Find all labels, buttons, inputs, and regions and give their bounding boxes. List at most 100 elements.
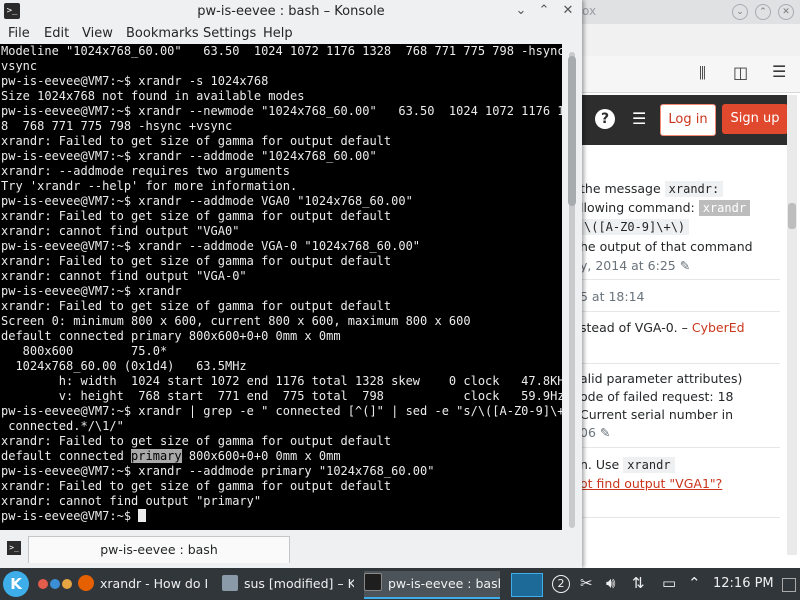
terminal-line: pw-is-eevee@VM7:~$ xrandr -s 1024x768 [1,74,269,88]
terminal-line: pw-is-eevee@VM7:~$ xrandr | grep -e " co… [1,404,562,418]
comment-line: llowing command: xrandr [580,200,751,216]
edit-pencil-icon[interactable]: ✎ [680,258,690,273]
login-button[interactable]: Log in [660,104,716,136]
menu-icon[interactable]: ☰ [772,62,786,81]
comment-text: stead of VGA-0. – [580,320,692,335]
terminal-line: pw-is-eevee@VM7:~$ xrandr --newmode "102… [1,104,562,118]
related-question-link[interactable]: ot find output "VGA1"? [580,476,722,491]
konsole-window: >_ pw-is-eevee : bash – Konsole ⌄ ⌃ ✕ Fi… [0,0,582,568]
tab-bash[interactable]: >_ pw-is-eevee : bash [7,536,290,563]
terminal-line: default connected primary 800x600+0+0 0m… [1,329,341,343]
comment-line: n. Use xrandr [580,457,675,473]
maximize-icon[interactable]: ⌃ [755,4,771,20]
application-launcher-icon[interactable]: K [3,571,29,597]
terminal-line: Screen 0: minimum 800 x 600, current 800… [1,314,471,328]
terminal-area[interactable]: Modeline "1024x768_60.00" 63.50 1024 107… [0,44,562,530]
terminal-line: pw-is-eevee@VM7:~$ xrandr --addmode "102… [1,149,377,163]
terminal-output: Modeline "1024x768_60.00" 63.50 1024 107… [0,44,562,524]
comment-timestamp[interactable]: 5 at 18:14 [580,289,644,304]
scrollbar-thumb[interactable] [568,56,576,206]
task-konsole[interactable]: pw-is-eevee : bash – [364,571,500,599]
terminal-line: Modeline "1024x768_60.00" 63.50 1024 107… [1,44,562,58]
comment-timestamp[interactable]: 06 ✎ [580,425,610,440]
tray-expand-icon[interactable]: ⌃ [688,574,701,592]
menu-edit[interactable]: Edit [44,26,69,41]
divider [580,279,780,280]
comment-line: ode of failed request: 18 [580,389,734,404]
comment-timestamp[interactable]: y, 2014 at 6:25 ✎ [580,258,690,273]
terminal-line: 800x600 75.0* [1,344,168,358]
kate-icon [222,575,238,591]
display-icon[interactable]: ▭ [662,574,676,592]
terminal-line: xrandr: Failed to get size of gamma for … [1,299,392,313]
close-icon[interactable]: ✕ [778,4,794,20]
timestamp-text: y, 2014 at 6:25 [580,258,676,273]
inbox-icon[interactable]: ☰ [632,111,648,127]
terminal-line: xrandr: Failed to get size of gamma for … [1,209,392,223]
quicklaunch-icon[interactable] [38,579,48,589]
terminal-line: xrandr: cannot find output "VGA-0" [1,269,247,283]
help-icon[interactable]: ? [595,109,615,129]
edit-pencil-icon[interactable]: ✎ [600,425,610,440]
comment-line: stead of VGA-0. – CyberEd [580,320,745,335]
close-icon[interactable]: ✕ [560,3,576,19]
desktop-pager[interactable] [511,573,543,597]
konsole-titlebar[interactable]: >_ pw-is-eevee : bash – Konsole ⌄ ⌃ ✕ [0,0,582,24]
user-link[interactable]: CyberEd [692,320,745,335]
divider [580,311,780,312]
minimize-icon[interactable]: ⌄ [513,3,529,19]
library-icon[interactable]: ⫼ [699,64,706,82]
signup-button[interactable]: Sign up [722,104,788,134]
sidebar-icon[interactable]: ◫ [733,63,748,82]
inline-code: \([A-Z0-9]\+\) [580,219,690,235]
quicklaunch-icon[interactable] [62,579,72,589]
window-title: pw-is-eevee : bash – Konsole [197,4,385,19]
terminal-line: xrandr: Failed to get size of gamma for … [1,434,392,448]
task-label: xrandr - How do I se [100,576,210,591]
quicklaunch-icon[interactable] [50,579,60,589]
menu-view[interactable]: View [82,26,113,41]
comment-line: he output of that command [580,239,753,254]
volume-icon[interactable]: 🔊︎ [606,574,615,592]
terminal-line: xrandr: --addmode requires two arguments [1,164,290,178]
terminal-line: Try 'xrandr --help' for more information… [1,179,298,193]
terminal-line: xrandr: Failed to get size of gamma for … [1,134,392,148]
terminal-line: 8 768 771 775 798 -hsync +vsync [1,119,233,133]
text-selection[interactable]: primary [131,449,182,463]
konsole-tabbar: >_ pw-is-eevee : bash [0,531,582,568]
terminal-scrollbar[interactable] [562,44,582,530]
terminal-line: pw-is-eevee@VM7:~$ xrandr --addmode VGA0… [1,194,413,208]
clock[interactable]: 12:16 PM [713,576,774,591]
browser-title: ox [582,4,597,18]
menu-settings[interactable]: Settings [203,26,256,41]
terminal-text: default connected [1,449,132,463]
terminal-line: vsync [1,59,38,73]
task-kate[interactable]: sus [modified] – Kat [222,571,354,597]
maximize-icon[interactable]: ⌃ [536,3,552,19]
browser-titlebar: ox ⌄ ⌃ ✕ [575,0,800,25]
comment-line: Current serial number in [580,407,733,422]
terminal-line: connected.*/\1/" [1,419,124,433]
terminal-line: v: height 768 start 771 end 775 total 79… [1,389,562,403]
browser-scrollbar[interactable] [787,95,797,555]
pager-badge[interactable]: 2 [552,575,570,593]
inline-code: xrandr [623,457,675,473]
inline-code: xrandr [698,200,751,216]
scissors-icon[interactable]: ✂ [580,574,593,592]
scrollbar-thumb[interactable] [788,203,796,229]
menu-bookmarks[interactable]: Bookmarks [126,26,199,41]
menu-help[interactable]: Help [263,26,293,41]
task-label: sus [modified] – Kat [244,576,354,591]
terminal-prompt[interactable]: pw-is-eevee@VM7:~$ [1,509,147,523]
terminal-line: Size 1024x768 not found in available mod… [1,89,305,103]
task-firefox[interactable]: xrandr - How do I se [78,571,210,597]
comment-line: alid parameter attributes) [580,371,743,386]
network-icon[interactable]: ⇅ [632,574,645,592]
terminal-line: xrandr: Failed to get size of gamma for … [1,479,392,493]
menu-file[interactable]: File [8,26,30,41]
terminal-tab-icon: >_ [7,541,21,555]
prompt-text: pw-is-eevee@VM7:~$ [1,509,139,523]
comment-line: \([A-Z0-9]\+\) [580,219,690,235]
show-desktop-icon[interactable] [782,578,796,592]
minimize-icon[interactable]: ⌄ [732,4,748,20]
